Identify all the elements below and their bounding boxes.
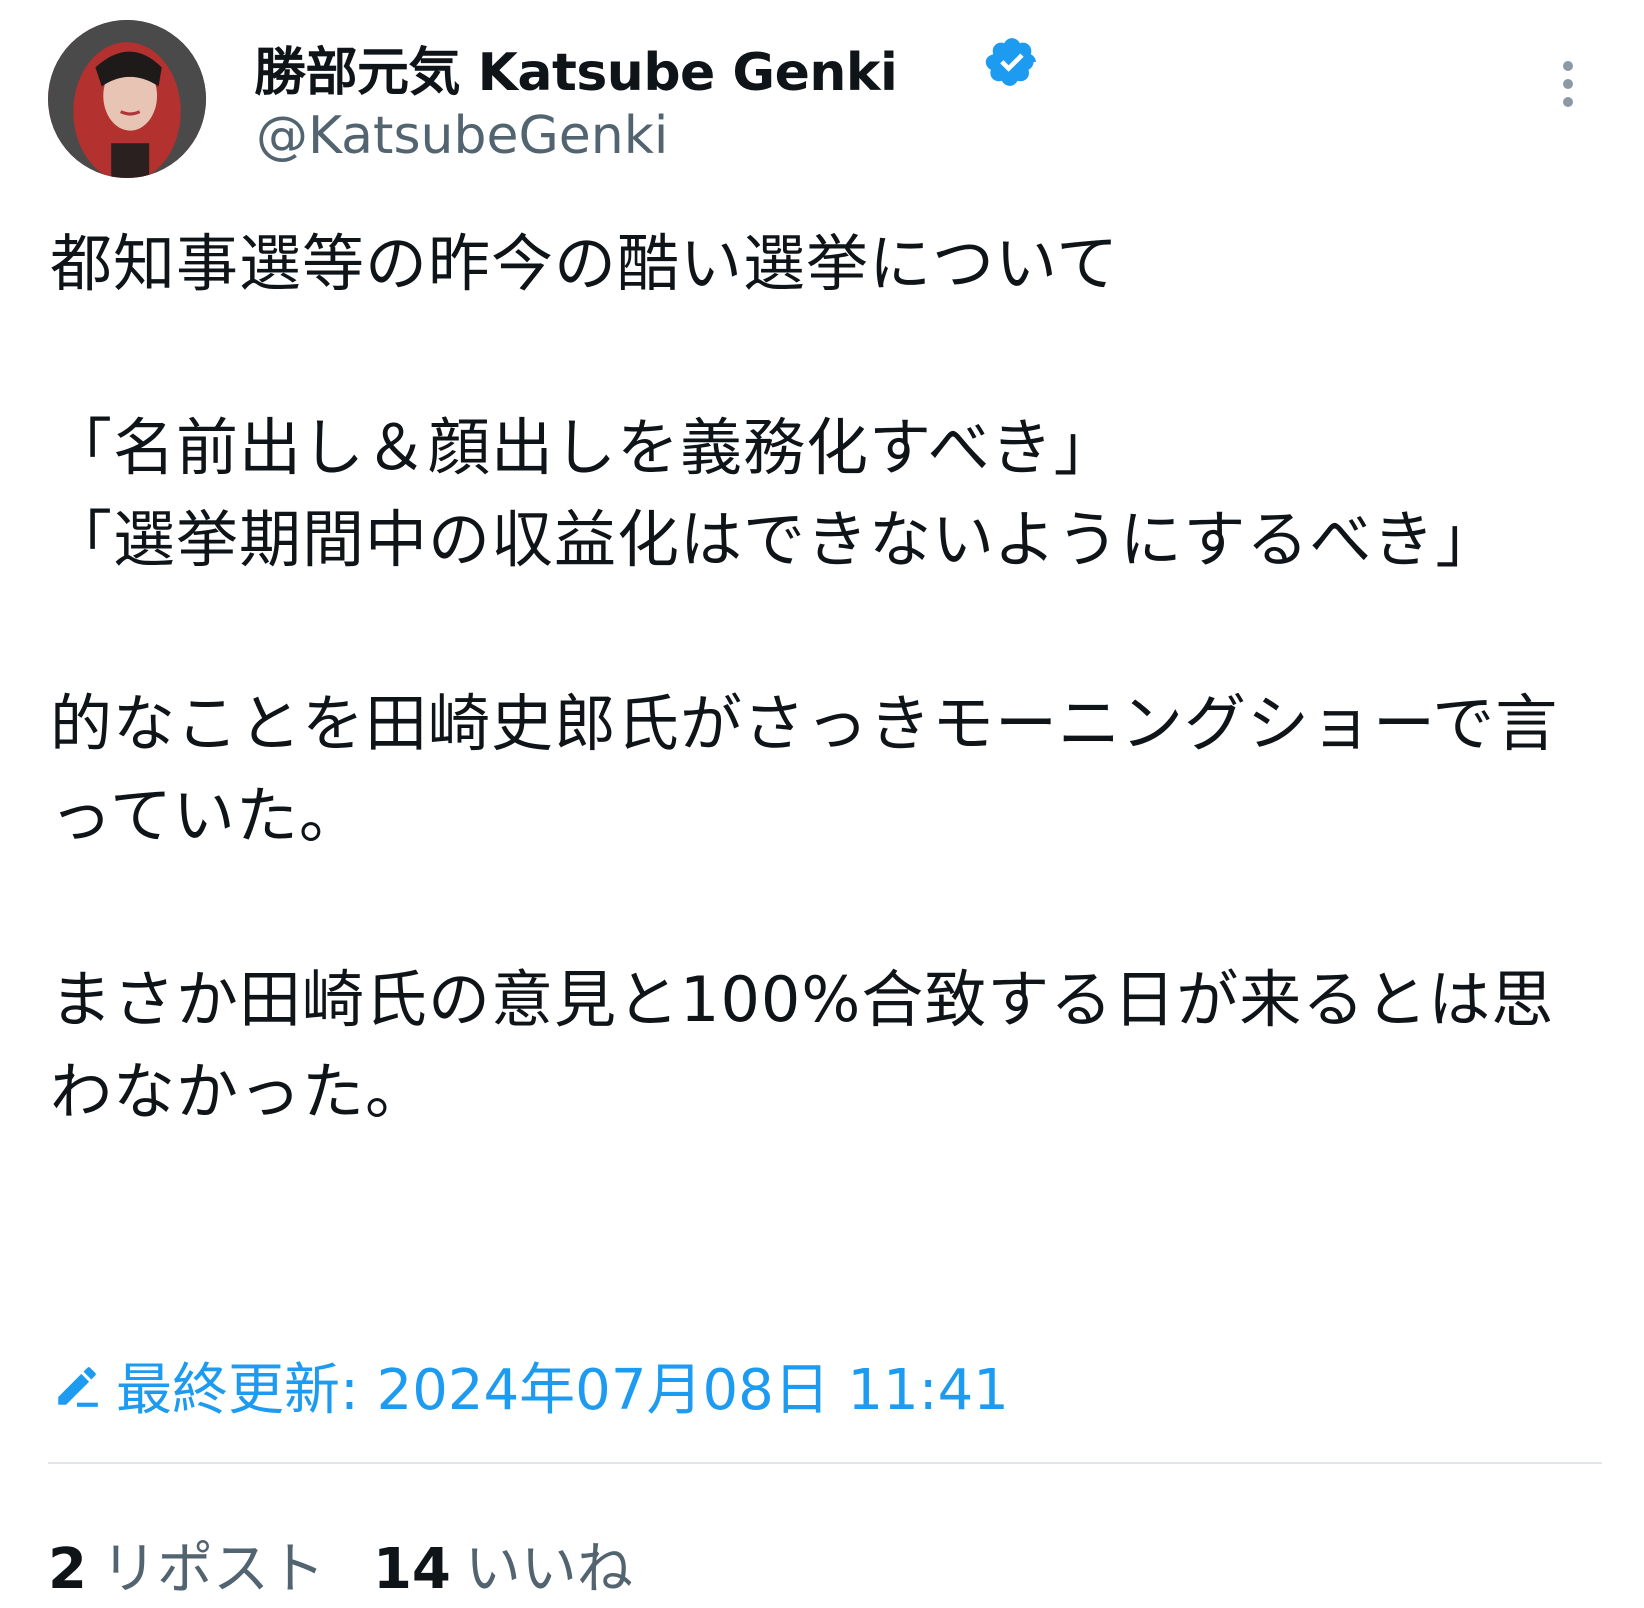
avatar-image bbox=[48, 20, 206, 178]
likes-label[interactable]: いいね bbox=[465, 1524, 633, 1605]
reposts-label[interactable]: リポスト bbox=[101, 1524, 325, 1605]
engagement-stats: 2 リポスト 14 いいね bbox=[48, 1524, 681, 1605]
edited-label: 最終更新: 2024年07月08日 11:41 bbox=[116, 1358, 1009, 1423]
divider bbox=[48, 1462, 1602, 1464]
verified-badge-icon bbox=[985, 38, 1036, 86]
edited-indicator[interactable]: 最終更新: 2024年07月08日 11:41 bbox=[52, 1345, 1009, 1426]
author-display-name[interactable]: 勝部元気 Katsube Genki bbox=[254, 30, 898, 105]
likes-count[interactable]: 14 bbox=[373, 1537, 451, 1602]
pencil-icon bbox=[58, 1366, 98, 1407]
tweet-card: 勝部元気 Katsube Genki @KatsubeGenki 都知事選等の昨… bbox=[0, 0, 1644, 1608]
reposts-count[interactable]: 2 bbox=[48, 1537, 87, 1602]
avatar[interactable] bbox=[48, 20, 206, 178]
tweet-text: 都知事選等の昨今の酷い選挙について 「名前出し＆顔出しを義務化すべき」 「選挙期… bbox=[50, 227, 1559, 1128]
more-vertical-icon[interactable] bbox=[1548, 56, 1588, 116]
author-handle[interactable]: @KatsubeGenki bbox=[256, 106, 668, 166]
